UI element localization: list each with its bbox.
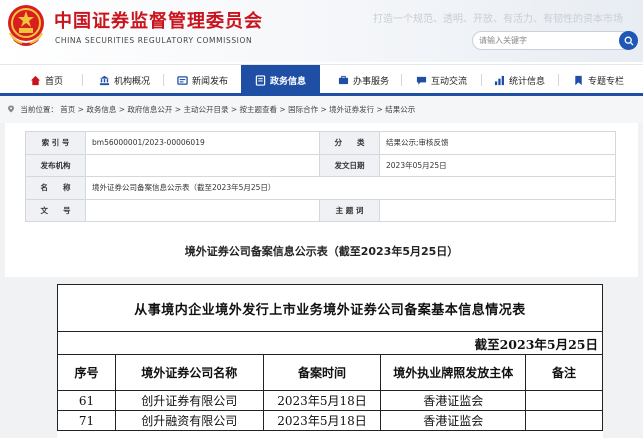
site-header: 中国证券监督管理委员会 CHINA SECURITIES REGULATORY … — [0, 0, 643, 62]
breadcrumb-item[interactable]: 结果公示 — [385, 105, 415, 114]
nav-item-organization[interactable]: 机构概况 — [99, 65, 150, 95]
site-subtitle: CHINA SECURITIES REGULATORY COMMISSION — [55, 36, 253, 45]
meta-publisher-value — [85, 153, 320, 178]
breadcrumb-separator: > — [374, 105, 386, 114]
breadcrumb-separator: > — [228, 105, 240, 114]
meta-publisher-label: 发布机构 — [25, 153, 86, 178]
nav-item-special-topics[interactable]: 专题专栏 — [573, 65, 624, 95]
table-cell: 61 — [57, 390, 116, 411]
meta-index-label: 索 引 号 — [25, 131, 86, 155]
nav-item-label: 政务信息 — [269, 76, 306, 87]
search-box — [472, 31, 638, 50]
building-icon — [99, 75, 110, 85]
home-icon — [30, 75, 41, 85]
nav-item-label: 专题专栏 — [588, 76, 625, 87]
meta-name-label: 名 称 — [25, 176, 86, 200]
search-input[interactable] — [473, 32, 613, 49]
table-row: 71 创升融资有限公司 2023年5月18日 香港证监会 — [57, 410, 603, 431]
breadcrumb-item[interactable]: 主动公开目录 — [183, 105, 228, 114]
table-cell — [525, 410, 603, 431]
table-cell: 创升证券有限公司 — [114, 390, 264, 411]
breadcrumb-separator: > — [318, 105, 330, 114]
breadcrumb-item[interactable]: 按主题查看 — [240, 105, 278, 114]
meta-date-value: 2023年05月25日 — [379, 153, 616, 178]
document-heading: 境外证券公司备案信息公示表（截至2023年5月25日） — [184, 245, 459, 258]
meta-date-label: 发文日期 — [319, 153, 380, 178]
column-header-remarks: 备注 — [525, 354, 603, 391]
meta-docno-label: 文 号 — [25, 198, 86, 223]
filing-table: 从事境内企业境外发行上市业务境外证券公司备案基本信息情况表 截至2023年5月2… — [57, 284, 603, 431]
nav-divider — [163, 74, 164, 86]
nav-item-label: 机构概况 — [114, 76, 151, 87]
document-meta-table: 索 引 号 bm56000001/2023-00006019 分 类 结果公示;… — [25, 131, 616, 223]
breadcrumb-item[interactable]: 境外证券发行 — [329, 105, 374, 114]
meta-row: 发布机构 发文日期 2023年05月25日 — [25, 153, 616, 178]
column-header-company: 境外证券公司名称 — [114, 354, 264, 391]
meta-index-value: bm56000001/2023-00006019 — [85, 131, 320, 155]
nav-item-label: 互动交流 — [431, 76, 468, 87]
table-cell: 香港证监会 — [380, 390, 527, 411]
breadcrumb-separator: > — [172, 105, 184, 114]
document-body: 从事境内企业境外发行上市业务境外证券公司备案基本信息情况表 截至2023年5月2… — [57, 284, 603, 438]
breadcrumb-separator: > — [116, 105, 128, 114]
nav-item-news[interactable]: 新闻发布 — [177, 65, 228, 95]
table-cell: 2023年5月18日 — [262, 390, 382, 411]
nav-item-label: 统计信息 — [509, 76, 546, 87]
nav-divider — [558, 74, 559, 86]
meta-docno-value — [85, 198, 320, 223]
chat-icon — [416, 76, 427, 85]
meta-category-value: 结果公示;审核反馈 — [379, 131, 616, 155]
table-cell: 香港证监会 — [380, 410, 527, 431]
breadcrumb-prefix: 当前位置： — [20, 105, 58, 114]
meta-subject-value — [379, 198, 616, 223]
nav-item-statistics[interactable]: 统计信息 — [494, 65, 545, 95]
national-emblem-icon — [8, 5, 44, 46]
table-cell: 71 — [57, 410, 116, 431]
nav-item-label: 办事服务 — [353, 76, 390, 87]
service-icon — [338, 75, 349, 84]
column-header-number: 序号 — [57, 354, 116, 391]
table-cell: 2023年5月18日 — [262, 410, 382, 431]
site-title[interactable]: 中国证券监督管理委员会 — [54, 7, 263, 33]
meta-row: 索 引 号 bm56000001/2023-00006019 分 类 结果公示;… — [25, 131, 616, 155]
meta-row: 文 号 主 题 词 — [25, 198, 616, 223]
bookmark-icon — [575, 75, 582, 85]
nav-divider — [401, 74, 402, 86]
nav-item-government-info[interactable]: 政务信息 — [241, 65, 320, 95]
nav-divider — [481, 74, 482, 86]
meta-subject-label: 主 题 词 — [319, 198, 380, 223]
breadcrumb-item[interactable]: 政府信息公开 — [127, 105, 172, 114]
table-cell: 创升融资有限公司 — [114, 410, 264, 431]
filing-table-header: 序号 境外证券公司名称 备案时间 境外执业牌照发放主体 备注 — [57, 354, 603, 391]
breadcrumb-item[interactable]: 国际合作 — [288, 105, 318, 114]
nav-item-home[interactable]: 首页 — [30, 65, 63, 95]
stats-icon — [494, 75, 504, 85]
search-button[interactable] — [619, 31, 638, 50]
filing-table-caption: 从事境内企业境外发行上市业务境外证券公司备案基本信息情况表 — [57, 284, 603, 332]
breadcrumb-item[interactable]: 政务信息 — [86, 105, 116, 114]
info-icon — [255, 74, 266, 86]
nav-item-interaction[interactable]: 互动交流 — [416, 65, 467, 95]
nav-item-label: 首页 — [45, 76, 64, 87]
table-cell — [525, 390, 603, 411]
nav-item-label: 新闻发布 — [192, 76, 229, 87]
news-icon — [177, 75, 188, 85]
meta-category-label: 分 类 — [319, 131, 380, 155]
search-icon — [624, 36, 633, 45]
filing-table-as-of-date: 截至2023年5月25日 — [57, 331, 603, 355]
site-slogan: 打造一个规范、透明、开放、有活力、有韧性的资本市场 — [373, 14, 623, 25]
meta-name-value: 境外证券公司备案信息公示表（截至2023年5月25日） — [85, 176, 616, 200]
table-row: 61 创升证券有限公司 2023年5月18日 香港证监会 — [57, 390, 603, 411]
breadcrumb-item[interactable]: 首页 — [60, 105, 75, 114]
nav-divider — [82, 74, 83, 86]
column-header-filing-date: 备案时间 — [262, 354, 382, 391]
meta-row: 名 称 境外证券公司备案信息公示表（截至2023年5月25日） — [25, 176, 616, 200]
breadcrumb-separator: > — [75, 105, 87, 114]
breadcrumb-separator: > — [277, 105, 289, 114]
breadcrumb: 当前位置： 首页 > 政务信息 > 政府信息公开 > 主动公开目录 > 按主题查… — [7, 104, 415, 115]
column-header-license-issuer: 境外执业牌照发放主体 — [380, 354, 527, 391]
main-nav: 首页 机构概况 新闻发布 政务信息 办事服务 互动交流 统计信息 专题专栏 — [0, 64, 643, 95]
location-icon — [8, 105, 14, 113]
nav-item-services[interactable]: 办事服务 — [338, 65, 389, 95]
